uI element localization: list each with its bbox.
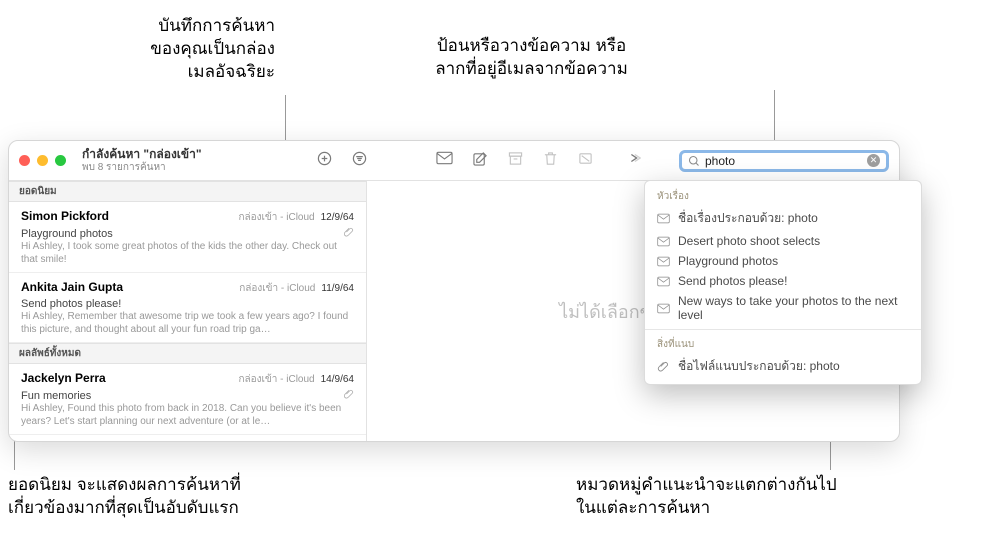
preview: Hi Ashley, I took some great photos of t… (21, 241, 354, 266)
window-title-group: กำลังค้นหา "กล่องเข้า" พบ 8 รายการค้นหา (76, 148, 202, 172)
titlebar: กำลังค้นหา "กล่องเข้า" พบ 8 รายการค้นหา (9, 141, 899, 181)
junk-button[interactable] (578, 151, 593, 171)
attachment-icon (657, 361, 670, 372)
suggestion-item[interactable]: Desert photo shoot selects (645, 231, 921, 251)
callout-categories: หมวดหมู่คำแนะนำจะแตกต่างกันไป ในแต่ละการ… (576, 474, 956, 520)
envelope-icon (657, 303, 670, 314)
suggestion-label: New ways to take your photos to the next… (678, 294, 909, 322)
sender: Simon Pickford (21, 209, 232, 223)
envelope-icon (657, 213, 670, 224)
subject: Send photos please! (21, 298, 121, 310)
callout-enter-paste: ป้อนหรือวางข้อความ หรือ ลากที่อยู่อีเมลจ… (369, 35, 694, 81)
search-icon (688, 155, 700, 167)
search-field[interactable]: photo ✕ (679, 150, 889, 172)
date: 11/9/64 (321, 283, 354, 294)
envelope-icon[interactable] (436, 151, 453, 170)
mailbox: กล่องเข้า - iCloud (238, 372, 314, 387)
subject: Playground photos (21, 228, 113, 240)
message-item[interactable]: Jackelyn Perra กล่องเข้า - iCloud 14/9/6… (9, 364, 366, 435)
callout-save-smart: บันทึกการค้นหา ของคุณเป็นกล่อง เมลอัจฉริ… (45, 15, 275, 84)
envelope-icon (657, 236, 670, 247)
callout-line (774, 90, 775, 145)
section-all-results: ผลลัพธ์ทั้งหมด (9, 343, 366, 364)
suggestion-label: Desert photo shoot selects (678, 234, 820, 248)
message-item[interactable]: Simon Pickford กล่องเข้า - iCloud 12/9/6… (9, 202, 366, 273)
message-list: ยอดนิยม Simon Pickford กล่องเข้า - iClou… (9, 181, 367, 441)
search-suggestions-popup: หัวเรื่อง ชื่อเรื่องประกอบด้วย: photo De… (644, 180, 922, 385)
message-item[interactable]: Ankita Jain Gupta กล่องเข้า - iCloud 11/… (9, 273, 366, 343)
suggestion-item[interactable]: Send photos please! (645, 271, 921, 291)
suggestion-label: ชื่อไฟล์แนบประกอบด้วย: photo (678, 357, 840, 376)
preview: Hi Ashley, Found this photo from back in… (21, 403, 354, 428)
traffic-lights[interactable] (19, 155, 76, 166)
suggestion-item[interactable]: Playground photos (645, 251, 921, 271)
suggestion-header-subject: หัวเรื่อง (645, 186, 921, 206)
date: 12/9/64 (321, 212, 354, 223)
trash-button[interactable] (543, 151, 558, 171)
suggestion-label: Playground photos (678, 254, 778, 268)
suggestion-label: ชื่อเรื่องประกอบด้วย: photo (678, 209, 818, 228)
envelope-icon (657, 276, 670, 287)
archive-button[interactable] (508, 151, 523, 171)
close-button[interactable] (19, 155, 30, 166)
mailbox: กล่องเข้า - iCloud (238, 210, 314, 225)
section-top-hits: ยอดนิยม (9, 181, 366, 202)
toolbar: photo ✕ (317, 150, 889, 172)
sender: Ankita Jain Gupta (21, 280, 233, 294)
attachment-icon (344, 227, 354, 240)
compose-button[interactable] (473, 151, 488, 171)
clear-search-button[interactable]: ✕ (867, 154, 880, 167)
window-title: กำลังค้นหา "กล่องเข้า" (82, 148, 202, 161)
window-subtitle: พบ 8 รายการค้นหา (82, 162, 202, 173)
minimize-button[interactable] (37, 155, 48, 166)
suggestion-label: Send photos please! (678, 274, 787, 288)
mailbox: กล่องเข้า - iCloud (239, 281, 315, 296)
fullscreen-button[interactable] (55, 155, 66, 166)
suggestion-item[interactable]: ชื่อเรื่องประกอบด้วย: photo (645, 206, 921, 231)
subject: Fun memories (21, 390, 91, 402)
suggestion-header-attach: สิ่งที่แนบ (645, 334, 921, 354)
filter-button[interactable] (352, 151, 367, 171)
callout-top-hits: ยอดนิยม จะแสดงผลการค้นหาที่ เกี่ยวข้องมา… (8, 474, 388, 520)
suggestion-item[interactable]: ชื่อไฟล์แนบประกอบด้วย: photo (645, 354, 921, 379)
suggestion-item[interactable]: New ways to take your photos to the next… (645, 291, 921, 325)
add-smart-mailbox-button[interactable] (317, 151, 332, 171)
envelope-icon (657, 256, 670, 267)
more-chevron-icon[interactable] (627, 151, 641, 170)
divider (645, 329, 921, 330)
preview: Hi Ashley, Remember that awesome trip we… (21, 311, 354, 336)
search-value: photo (700, 154, 867, 168)
attachment-icon (344, 389, 354, 402)
date: 14/9/64 (321, 374, 354, 385)
sender: Jackelyn Perra (21, 371, 232, 385)
